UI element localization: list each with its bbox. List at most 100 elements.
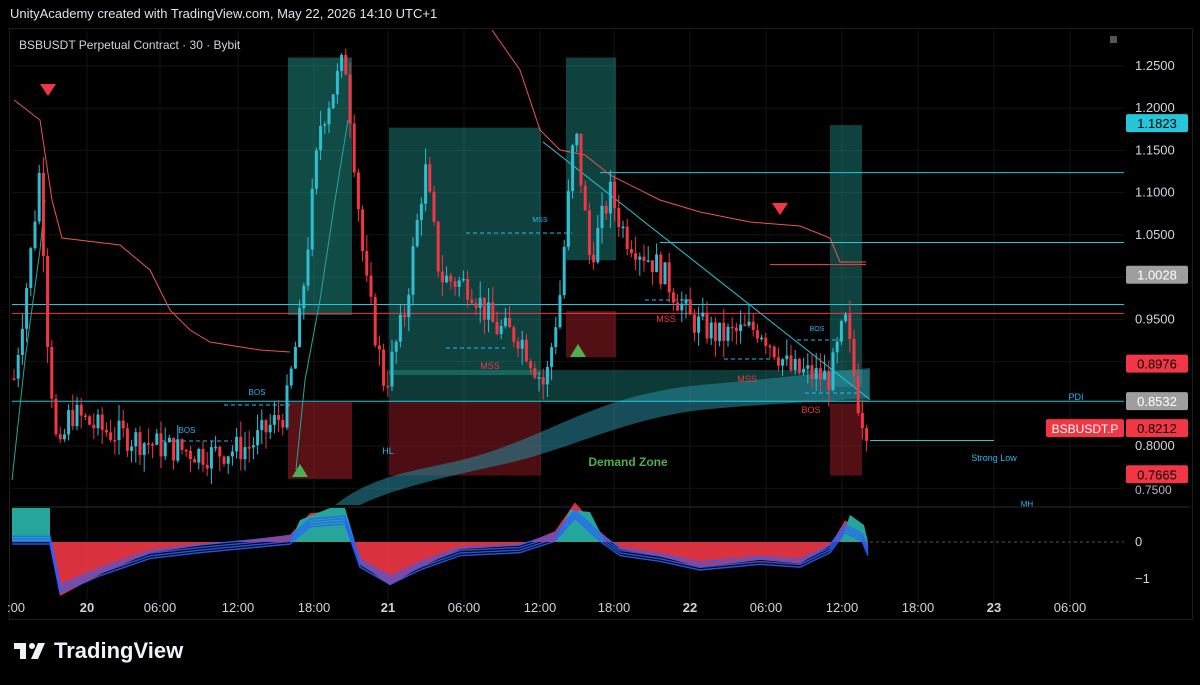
candle-body xyxy=(781,359,785,366)
candle-body xyxy=(743,324,747,326)
candle-body xyxy=(671,292,675,303)
zone-red-3 xyxy=(566,310,616,358)
candle-body xyxy=(335,70,339,95)
candle-body xyxy=(537,377,541,379)
candle-body xyxy=(33,221,37,249)
candle-body xyxy=(256,430,260,446)
x-axis-tick-label: 18:00 xyxy=(298,600,331,615)
candle-body xyxy=(92,424,96,429)
candle-body xyxy=(314,150,318,189)
candle-body xyxy=(79,404,83,416)
candle-body xyxy=(701,312,705,317)
candle-body xyxy=(617,208,621,228)
candle-body xyxy=(67,410,71,435)
candle-body xyxy=(121,420,125,429)
candle-body xyxy=(361,209,365,251)
price-tag-label: 1.1823 xyxy=(1137,116,1177,131)
tradingview-branding[interactable]: TradingView xyxy=(12,638,183,664)
candle-body xyxy=(667,262,671,293)
candle-body xyxy=(403,314,407,318)
candle-body xyxy=(180,439,184,450)
brand-name: TradingView xyxy=(54,638,184,663)
candle-body xyxy=(302,285,306,309)
candle-body xyxy=(163,442,167,457)
candle-body xyxy=(319,125,323,151)
candle-body xyxy=(100,414,104,430)
annotation-label: BOS xyxy=(179,426,196,435)
candle-body xyxy=(167,437,171,443)
y-axis-tick-label: 1.2500 xyxy=(1135,58,1175,73)
candle-body xyxy=(377,345,381,350)
candle-body xyxy=(844,314,848,322)
candle-body xyxy=(860,413,864,429)
candle-body xyxy=(201,448,205,465)
candle-body xyxy=(37,172,41,222)
candle-body xyxy=(54,398,58,435)
x-axis-tick-label: 06:00 xyxy=(144,600,177,615)
annotation-label: HL xyxy=(382,446,394,456)
candle-body xyxy=(655,254,659,273)
y-axis-tick-label: 1.2000 xyxy=(1135,100,1175,115)
annotation-label: BOS xyxy=(249,388,266,397)
zone-teal-4 xyxy=(830,125,862,387)
candle-body xyxy=(760,337,764,340)
candle-body xyxy=(726,326,730,341)
x-axis-tick-label: 18:00 xyxy=(598,600,631,615)
x-axis-tick-label: 18:00 xyxy=(902,600,935,615)
candle-body xyxy=(520,339,524,349)
candle-body xyxy=(482,297,486,320)
candle-body xyxy=(533,368,537,378)
candle-body xyxy=(285,385,289,428)
candle-body xyxy=(709,322,713,339)
candle-body xyxy=(583,185,587,211)
candle-body xyxy=(508,318,512,328)
y-axis-tick-label: 0.9500 xyxy=(1135,311,1175,326)
candle-body xyxy=(692,314,696,333)
candle-body xyxy=(205,464,209,469)
x-axis-tick-label: 22 xyxy=(683,600,697,615)
oscillator-histogram-red xyxy=(12,502,868,596)
candle-body xyxy=(487,302,491,320)
candle-body xyxy=(495,321,499,335)
candle-body xyxy=(789,355,793,371)
x-axis-tick-label: 12:00 xyxy=(222,600,255,615)
candle-body xyxy=(839,321,843,342)
candle-body xyxy=(802,368,806,373)
candle-body xyxy=(550,347,554,367)
candle-body xyxy=(554,327,558,348)
candle-body xyxy=(272,415,276,425)
candle-body xyxy=(142,443,146,455)
candle-body xyxy=(239,436,243,460)
candle-body xyxy=(289,368,293,386)
candle-body xyxy=(226,456,230,464)
sell-signal-triangle xyxy=(772,203,788,215)
candle-body xyxy=(235,436,239,452)
price-chart[interactable]: BOS BOS MSS MSS MSS MSS BOS BOS HL Demand Zone Str… xyxy=(0,0,1200,685)
candle-body xyxy=(16,354,20,379)
annotation-label: Strong Low xyxy=(971,453,1017,463)
candle-body xyxy=(230,451,234,457)
candle-body xyxy=(193,459,197,463)
candle-body xyxy=(356,172,360,210)
candle-body xyxy=(613,181,617,209)
candle-body xyxy=(579,133,583,186)
candle-body xyxy=(432,191,436,222)
candle-body xyxy=(646,260,650,262)
candle-body xyxy=(730,326,734,329)
price-tag-label: 0.7665 xyxy=(1137,467,1177,482)
candle-body xyxy=(806,365,810,369)
candle-body xyxy=(449,275,453,282)
annotation-label: Demand Zone xyxy=(588,455,668,469)
candle-body xyxy=(457,280,461,287)
x-axis-tick-label: 12:00 xyxy=(524,600,557,615)
candle-body xyxy=(75,404,79,427)
candle-body xyxy=(688,299,692,315)
candle-body xyxy=(20,328,24,355)
candle-body xyxy=(638,256,642,260)
candle-body xyxy=(104,429,108,433)
annotation-label: MSS xyxy=(532,217,548,224)
candle-body xyxy=(390,351,394,387)
y-axis-tick-label: 1.1000 xyxy=(1135,185,1175,200)
candle-body xyxy=(251,445,255,448)
candle-body xyxy=(29,248,33,288)
